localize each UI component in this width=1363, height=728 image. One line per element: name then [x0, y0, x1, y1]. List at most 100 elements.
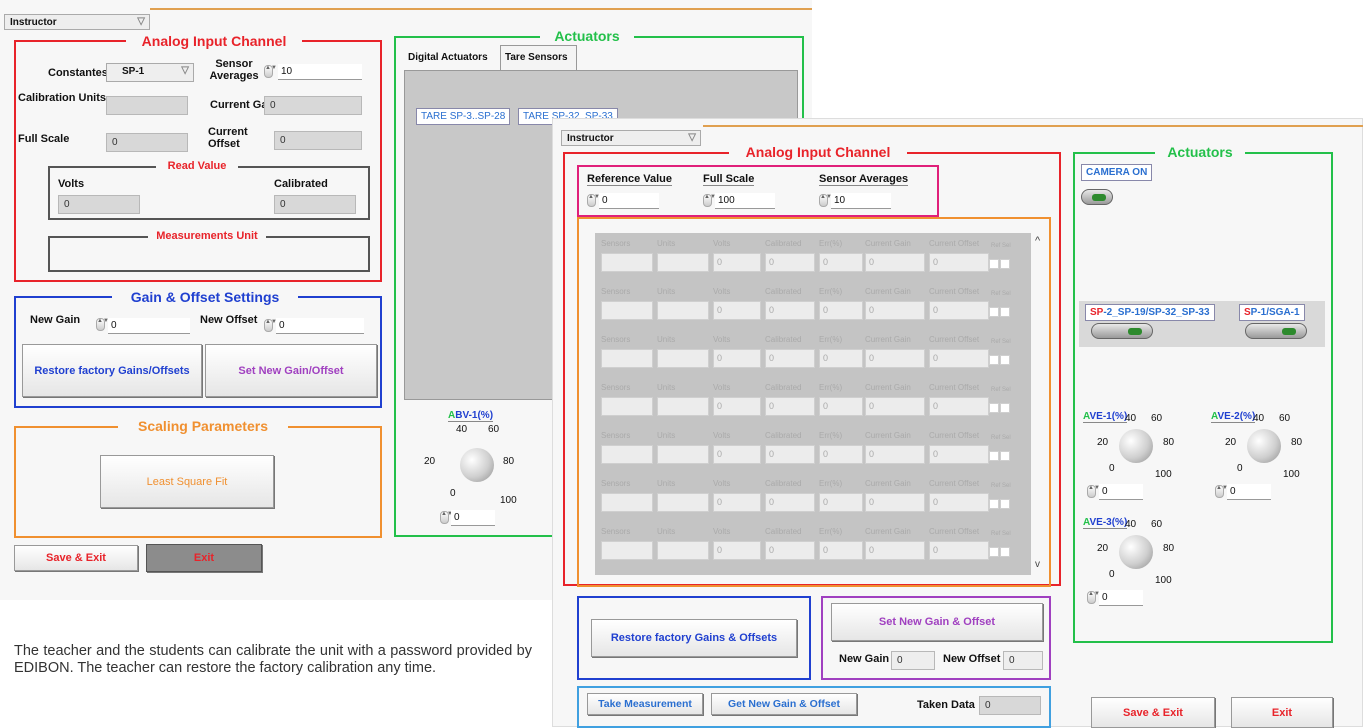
ave3-spinner[interactable]: ▲▼	[1087, 591, 1100, 604]
set-new-gain-button[interactable]: Set New Gain/Offset	[205, 344, 377, 397]
ref-checkbox[interactable]	[989, 307, 999, 317]
new-gain-label: New Gain	[30, 314, 81, 326]
new-gain-label: New Gain	[839, 653, 890, 665]
ave2-input[interactable]: 0	[1227, 484, 1271, 500]
ref-checkbox[interactable]	[989, 499, 999, 509]
ave2-knob[interactable]	[1247, 429, 1281, 463]
window-border	[703, 125, 1363, 127]
user-select[interactable]: Instructor ▽	[561, 130, 701, 146]
chevron-down-icon: ▽	[688, 132, 696, 143]
reference-value-input[interactable]: 0	[599, 193, 659, 209]
abv1-label: ABV-1(%)	[448, 410, 494, 422]
tab-tare-sensors[interactable]: Tare Sensors	[500, 45, 577, 71]
ref-checkbox[interactable]	[989, 259, 999, 269]
sel-label: Sel	[1002, 291, 1011, 297]
get-new-gain-offset-button[interactable]: Get New Gain & Offset	[711, 693, 857, 715]
abv1-knob[interactable]	[460, 448, 494, 482]
table-header-cell: Current Offset	[929, 479, 980, 488]
save-exit-button[interactable]: Save & Exit	[1091, 697, 1215, 728]
current-offset-label: Current Offset	[208, 126, 248, 150]
calibrated-label: Calibrated	[274, 178, 328, 190]
table-cell	[601, 397, 653, 416]
exit-button[interactable]: Exit	[146, 544, 262, 572]
table-header-cell: Current Gain	[865, 335, 911, 344]
table-header-cell: Volts	[713, 239, 731, 248]
table-cell: 0	[819, 253, 863, 272]
sel-checkbox[interactable]	[1000, 307, 1010, 317]
scaling-title: Scaling Parameters	[118, 418, 288, 434]
new-gain-spinner[interactable]: ▲▼	[96, 318, 109, 331]
current-offset-field: 0	[274, 131, 362, 150]
ave2-spinner[interactable]: ▲▼	[1215, 485, 1228, 498]
table-cell: 0	[713, 493, 761, 512]
scroll-down-icon[interactable]: v	[1035, 559, 1040, 570]
ref-label: Ref	[991, 435, 1001, 441]
ref-checkbox[interactable]	[989, 403, 999, 413]
new-offset-spinner[interactable]: ▲▼	[264, 319, 277, 332]
ave1-spinner[interactable]: ▲▼	[1087, 485, 1100, 498]
ave1-input[interactable]: 0	[1099, 484, 1143, 500]
new-offset-input[interactable]: 0	[276, 318, 364, 334]
save-exit-button[interactable]: Save & Exit	[14, 545, 138, 571]
sp2-group-toggle[interactable]	[1091, 323, 1153, 339]
sensor-averages-input[interactable]: 10	[278, 64, 362, 80]
gain-offset-title: Gain & Offset Settings	[112, 289, 298, 305]
table-header-cell: Current Offset	[929, 527, 980, 536]
ave3-input[interactable]: 0	[1099, 590, 1143, 606]
ave3-knob[interactable]	[1119, 535, 1153, 569]
sp1-sga1-toggle[interactable]	[1245, 323, 1307, 339]
table-cell: 0	[713, 397, 761, 416]
full-scale-input[interactable]: 100	[715, 193, 775, 209]
knob-tick-100: 100	[1155, 575, 1172, 586]
scroll-up-icon[interactable]: ^	[1035, 235, 1040, 247]
set-new-gain-offset-button[interactable]: Set New Gain & Offset	[831, 603, 1043, 641]
restore-factory-button[interactable]: Restore factory Gains & Offsets	[591, 619, 797, 657]
table-cell: 0	[865, 541, 925, 560]
analog-input-title: Analog Input Channel	[729, 144, 907, 160]
abv1-input[interactable]: 0	[451, 510, 495, 526]
take-measurement-button[interactable]: Take Measurement	[587, 693, 703, 715]
sensor-averages-spinner[interactable]: ▲▼	[819, 194, 832, 207]
ref-checkbox[interactable]	[989, 355, 999, 365]
knob-tick-60: 60	[1151, 413, 1163, 424]
measurements-unit-title: Measurements Unit	[148, 230, 266, 242]
table-cell: 0	[865, 445, 925, 464]
table-cell	[601, 301, 653, 320]
camera-toggle[interactable]	[1081, 189, 1113, 205]
calibration-window-front: Instructor ▽ Analog Input Channel Referen…	[552, 118, 1363, 728]
volts-label: Volts	[58, 178, 85, 190]
table-header-cell: Volts	[713, 335, 731, 344]
sel-checkbox[interactable]	[1000, 451, 1010, 461]
user-select[interactable]: Instructor ▽	[4, 14, 150, 30]
exit-button[interactable]: Exit	[1231, 697, 1333, 728]
table-cell: 0	[713, 349, 761, 368]
user-select-label: Instructor	[10, 17, 57, 28]
sensor-averages-input[interactable]: 10	[831, 193, 891, 209]
full-scale-spinner[interactable]: ▲▼	[703, 194, 716, 207]
tare-sp3-sp28-button[interactable]: TARE SP-3..SP-28	[416, 108, 511, 125]
table-cell	[657, 349, 709, 368]
new-gain-input[interactable]: 0	[108, 318, 190, 334]
abv1-spinner[interactable]: ▲▼	[440, 511, 453, 524]
sel-checkbox[interactable]	[1000, 547, 1010, 557]
least-square-button[interactable]: Least Square Fit	[100, 455, 274, 508]
sensor-averages-spinner[interactable]: ▲▼	[264, 65, 277, 78]
ave1-knob[interactable]	[1119, 429, 1153, 463]
sel-checkbox[interactable]	[1000, 259, 1010, 269]
tab-digital-actuators[interactable]: Digital Actuators	[404, 47, 496, 69]
ref-checkbox[interactable]	[989, 451, 999, 461]
sel-checkbox[interactable]	[1000, 403, 1010, 413]
table-header-cell: Calibrated	[765, 479, 802, 488]
knob-tick-20: 20	[424, 456, 436, 467]
knob-tick-40: 40	[456, 424, 468, 435]
sel-checkbox[interactable]	[1000, 355, 1010, 365]
reference-value-spinner[interactable]: ▲▼	[587, 194, 600, 207]
sensor-averages-label: Sensor Averages	[209, 58, 259, 82]
sel-checkbox[interactable]	[1000, 499, 1010, 509]
knob-tick-20: 20	[1097, 437, 1109, 448]
table-header-cell: Current Offset	[929, 431, 980, 440]
constantes-select[interactable]: SP-1 ▽	[106, 63, 194, 82]
table-cell: 0	[819, 493, 863, 512]
restore-factory-button[interactable]: Restore factory Gains/Offsets	[22, 344, 202, 397]
ref-checkbox[interactable]	[989, 547, 999, 557]
